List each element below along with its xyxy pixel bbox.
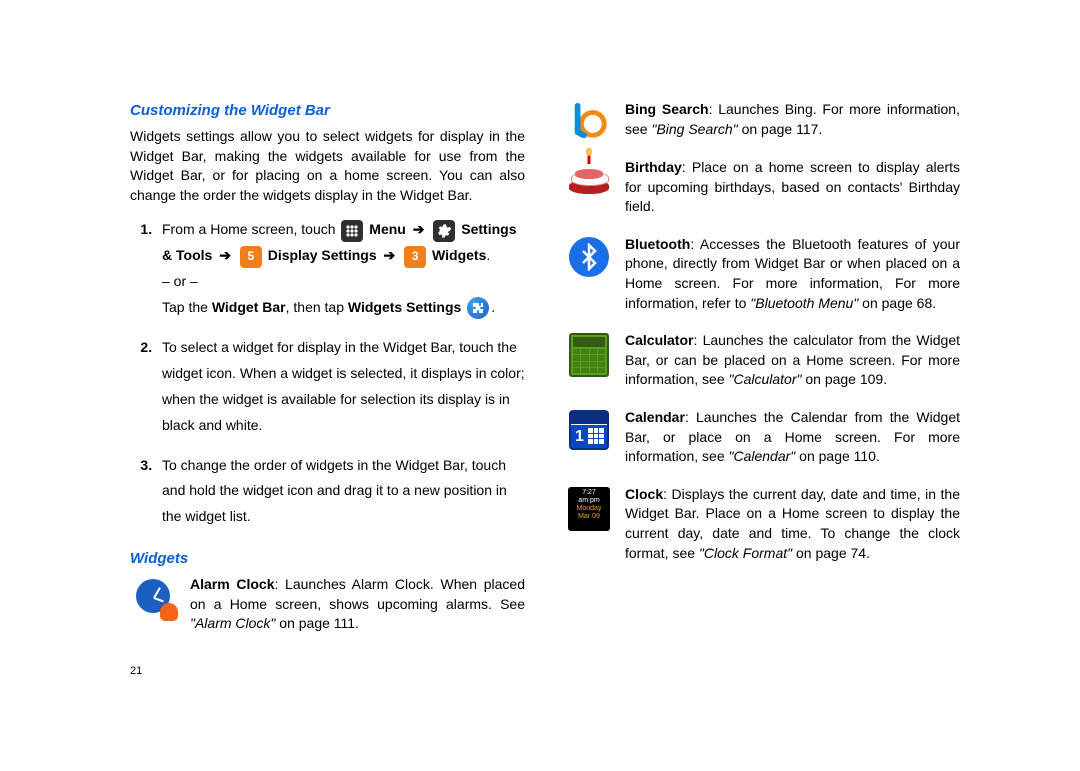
calendar-ref: "Calendar": [729, 448, 796, 464]
birthday-icon: [565, 158, 613, 194]
calculator-title: Calculator: [625, 332, 693, 348]
num3-icon: 3: [404, 246, 426, 268]
steps-list: From a Home screen, touch Menu ➔ Setting…: [156, 217, 525, 530]
calendar-desc: Calendar: Launches the Calendar from the…: [625, 408, 960, 467]
step1-or: – or –: [162, 273, 198, 289]
widget-alarm: Alarm Clock: Launches Alarm Clock. When …: [130, 575, 525, 634]
puzzle-icon: [467, 297, 489, 319]
step1-tap1: Tap the: [162, 299, 212, 315]
clock-post: on page 74.: [792, 545, 870, 561]
label-widgets: Widgets: [432, 247, 486, 263]
page-number: 21: [130, 664, 525, 679]
clock-date: Mar 09: [578, 513, 600, 520]
bluetooth-post: on page 68.: [858, 295, 936, 311]
widget-calendar: 1 Calendar: Launches the Calendar from t…: [565, 408, 960, 467]
manual-page: Customizing the Widget Bar Widgets setti…: [0, 0, 1080, 679]
arrow-icon: ➔: [219, 247, 231, 263]
step2-text: To select a widget for display in the Wi…: [162, 339, 525, 433]
calendar-daynum: 1: [575, 426, 584, 448]
bluetooth-desc: Bluetooth: Accesses the Bluetooth featur…: [625, 235, 960, 313]
calculator-post: on page 109.: [801, 371, 887, 387]
left-column: Customizing the Widget Bar Widgets setti…: [130, 100, 525, 679]
arrow-icon: ➔: [384, 247, 396, 263]
clock-day: Monday: [577, 505, 602, 512]
clock-ref: "Clock Format": [699, 545, 792, 561]
calendar-title: Calendar: [625, 409, 685, 425]
calendar-post: on page 110.: [795, 448, 880, 464]
step-1: From a Home screen, touch Menu ➔ Setting…: [156, 217, 525, 321]
clock-desc: Clock: Displays the current day, date an…: [625, 485, 960, 563]
bing-desc: Bing Search: Launches Bing. For more inf…: [625, 100, 960, 139]
step1-tap2: , then tap: [286, 299, 348, 315]
birthday-desc: Birthday: Place on a home screen to disp…: [625, 158, 960, 217]
widget-calculator: Calculator: Launches the calculator from…: [565, 331, 960, 390]
calculator-ref: "Calculator": [729, 371, 802, 387]
label-display-settings: Display Settings: [268, 247, 377, 263]
bluetooth-ref: "Bluetooth Menu": [750, 295, 858, 311]
heading-widgets: Widgets: [130, 548, 525, 569]
step3-text: To change the order of widgets in the Wi…: [162, 457, 507, 525]
bluetooth-title: Bluetooth: [625, 236, 690, 252]
menu-grid-icon: [341, 220, 363, 242]
bing-post: on page 117.: [738, 121, 823, 137]
label-menu: Menu: [369, 221, 406, 237]
heading-customizing: Customizing the Widget Bar: [130, 100, 525, 121]
right-column: Bing Search: Launches Bing. For more inf…: [565, 100, 960, 679]
bing-title: Bing Search: [625, 101, 709, 117]
gear-icon: [433, 220, 455, 242]
label-widgets-settings: Widgets Settings: [348, 299, 461, 315]
alarm-title: Alarm Clock: [190, 576, 274, 592]
widget-clock: 7:27 am pm Monday Mar 09 Clock: Displays…: [565, 485, 960, 563]
step1-pre: From a Home screen, touch: [162, 221, 339, 237]
bing-icon: [565, 100, 613, 140]
widget-bluetooth: Bluetooth: Accesses the Bluetooth featur…: [565, 235, 960, 313]
arrow-icon: ➔: [413, 221, 425, 237]
clock-ampm: am pm: [578, 497, 599, 504]
bluetooth-icon: [565, 235, 613, 277]
alarm-desc: Alarm Clock: Launches Alarm Clock. When …: [190, 575, 525, 634]
widget-bing: Bing Search: Launches Bing. For more inf…: [565, 100, 960, 140]
clock-title: Clock: [625, 486, 663, 502]
step-3: To change the order of widgets in the Wi…: [156, 453, 525, 531]
calculator-desc: Calculator: Launches the calculator from…: [625, 331, 960, 390]
alarm-ref: "Alarm Clock": [190, 615, 275, 631]
num5-icon: 5: [240, 246, 262, 268]
calendar-icon: 1: [565, 408, 613, 450]
clock-icon: 7:27 am pm Monday Mar 09: [565, 485, 613, 531]
intro-paragraph: Widgets settings allow you to select wid…: [130, 127, 525, 205]
clock-time: 7:27: [582, 489, 596, 496]
alarm-clock-icon: [130, 575, 178, 617]
alarm-post: on page 111.: [275, 615, 359, 631]
bing-ref: "Bing Search": [651, 121, 737, 137]
widget-birthday: Birthday: Place on a home screen to disp…: [565, 158, 960, 217]
birthday-title: Birthday: [625, 159, 682, 175]
step-2: To select a widget for display in the Wi…: [156, 335, 525, 439]
label-widget-bar: Widget Bar: [212, 299, 286, 315]
calculator-icon: [565, 331, 613, 377]
